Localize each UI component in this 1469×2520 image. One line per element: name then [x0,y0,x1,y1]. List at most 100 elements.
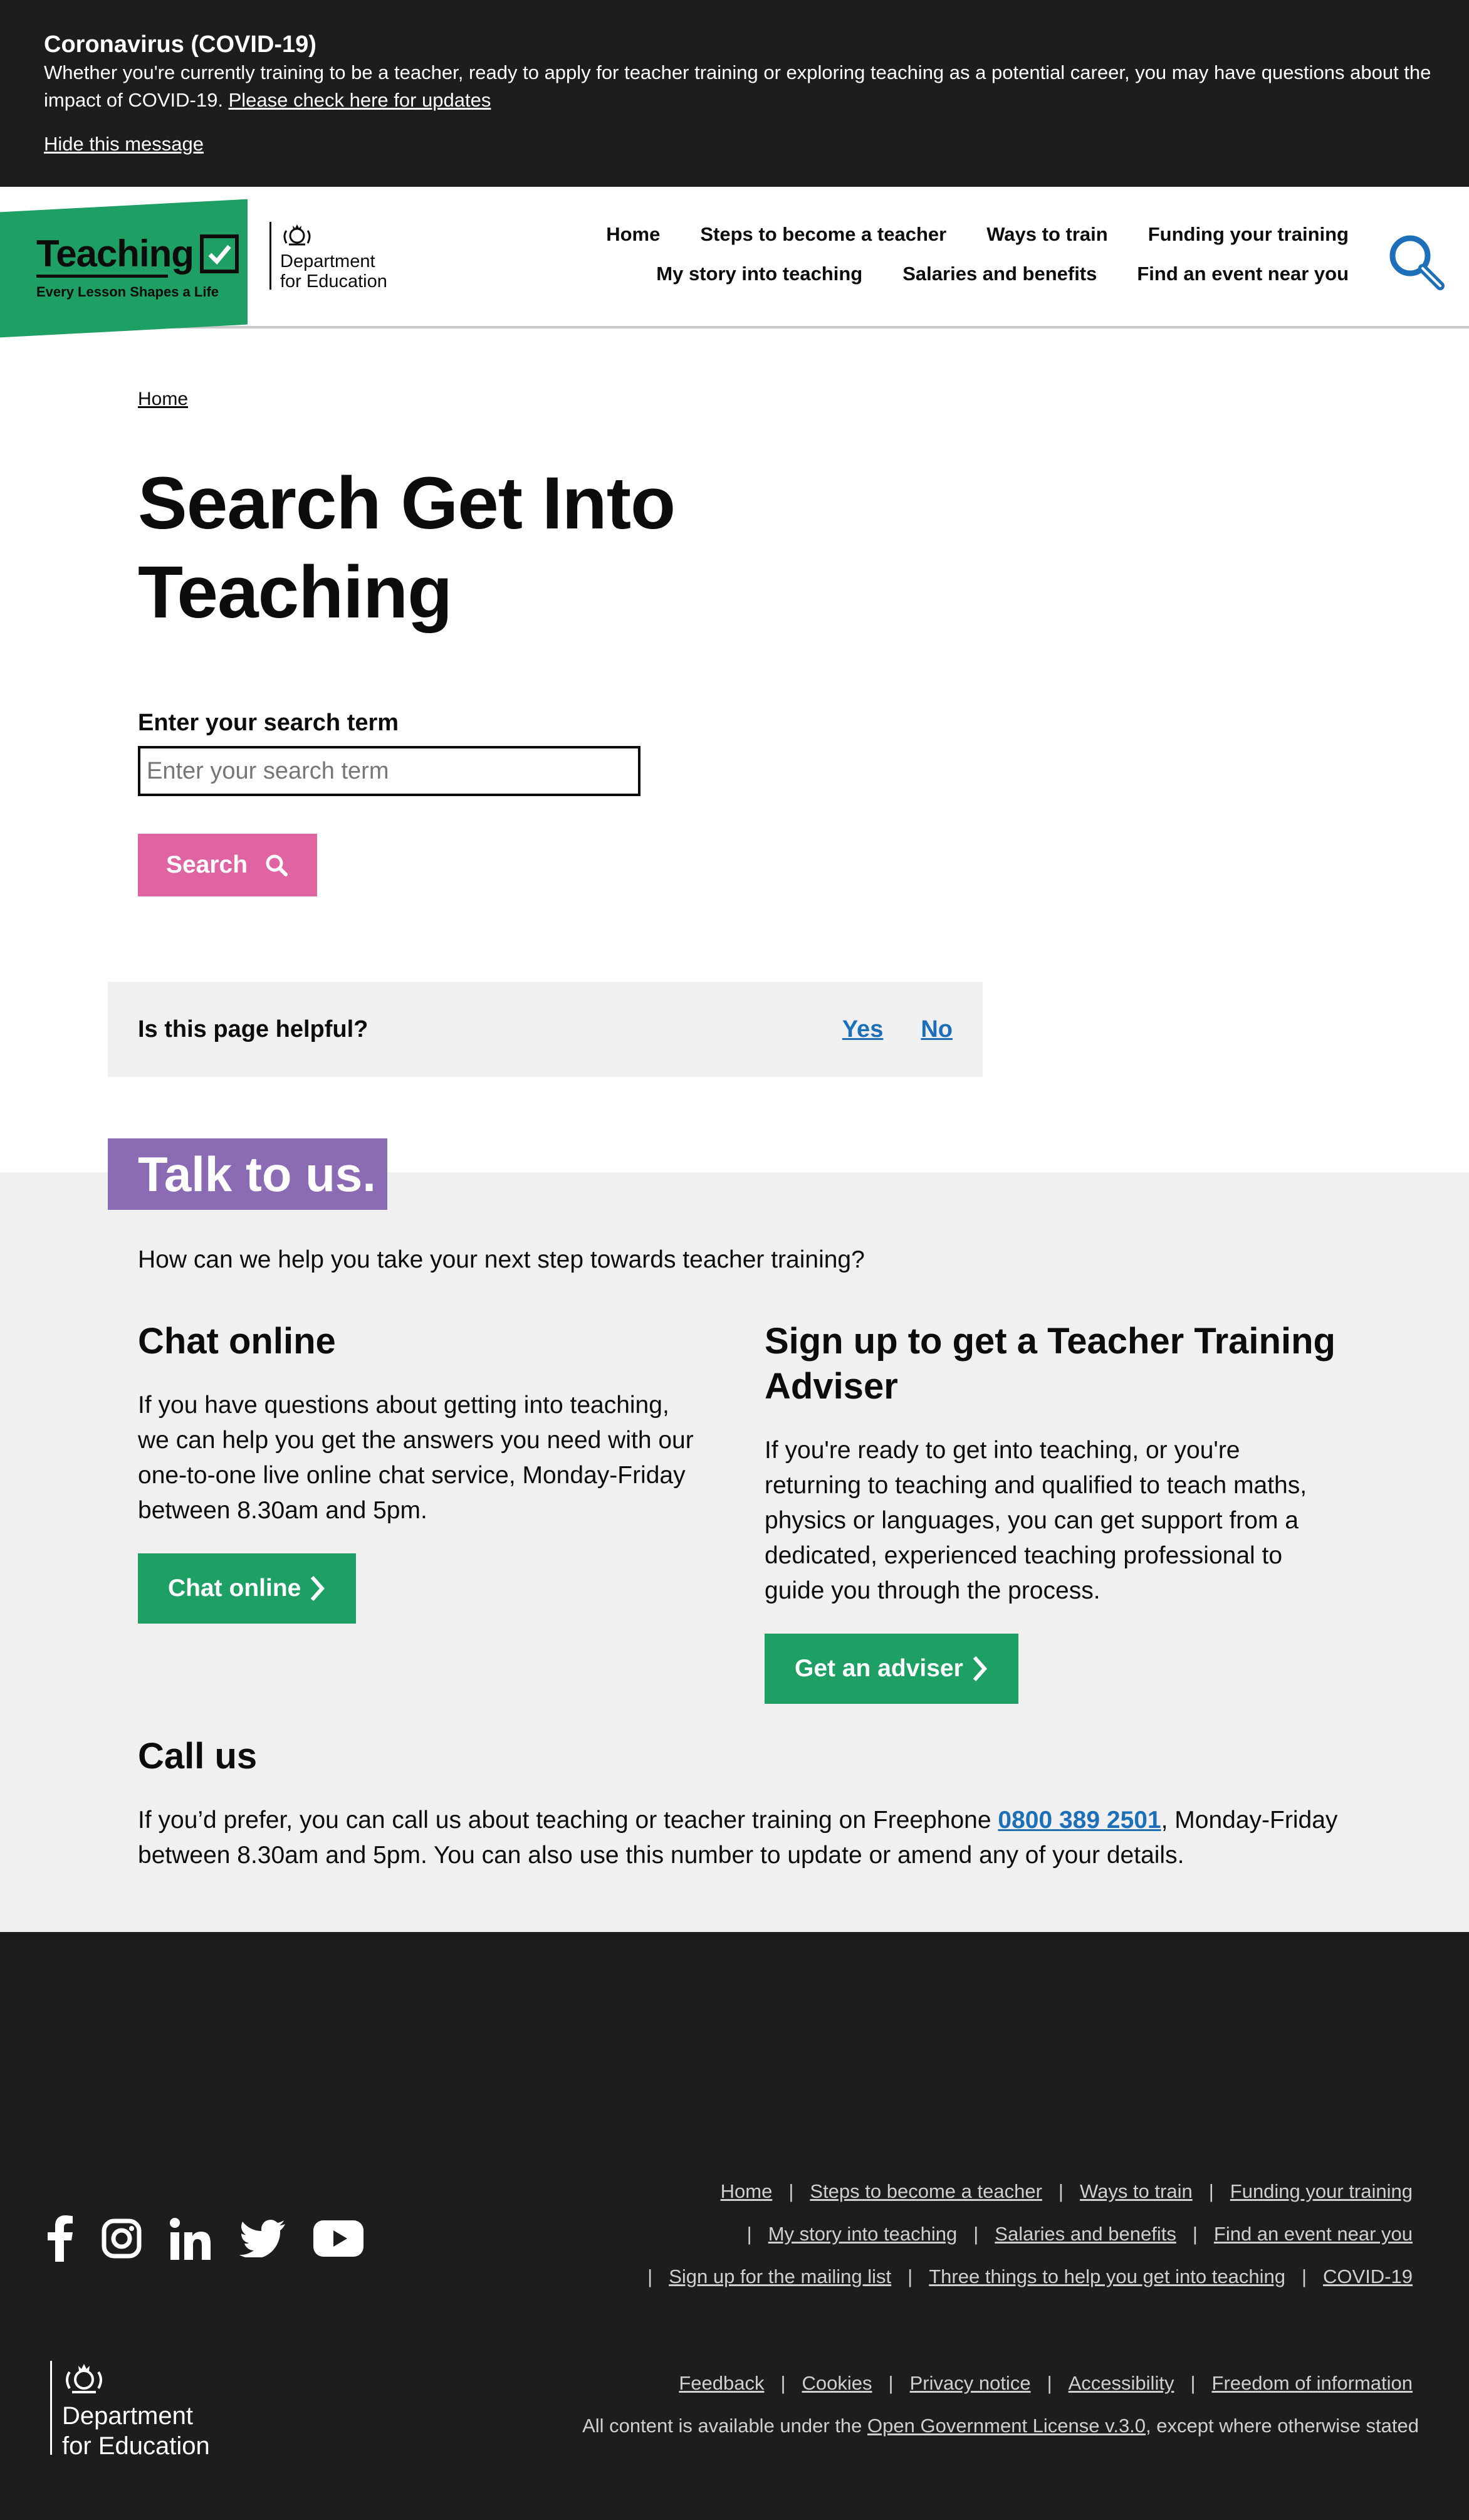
chat-online-label: Chat online [168,1575,301,1602]
footer-links-row-3: | Sign up for the mailing list | Three th… [631,2265,1413,2288]
footer-link-mailing-list[interactable]: Sign up for the mailing list [669,2265,891,2288]
feedback-no-link[interactable]: No [921,1016,953,1043]
link-separator: | [1058,2180,1064,2202]
covid-title: Coronavirus (COVID-19) [44,31,316,58]
link-separator: | [888,2372,894,2394]
footer-dfe-line-2: for Education [62,2432,210,2460]
footer-link-cookies[interactable]: Cookies [802,2372,872,2395]
get-adviser-button[interactable]: Get an adviser [765,1634,1018,1704]
logo-underline [36,275,168,278]
nav-home[interactable]: Home [606,222,660,247]
dfe-logo: Department for Education [269,222,387,291]
footer-link-covid[interactable]: COVID-19 [1323,2265,1413,2288]
feedback-panel: Is this page helpful? Yes No [108,982,983,1077]
talk-to-us-heading: Talk to us. [108,1138,387,1210]
link-separator: | [907,2265,913,2287]
page-title: Search Get Into Teaching [138,462,676,634]
social-links [46,2215,363,2262]
instagram-icon[interactable] [102,2218,142,2259]
covid-message: Whether you're currently training to be … [44,59,1435,114]
adviser-heading: Sign up to get a Teacher Training Advise… [765,1321,1336,1407]
footer-legal-links: Feedback | Cookies | Privacy notice | Acces… [679,2372,1413,2395]
licence-text-start: All content is available under the [582,2415,868,2437]
footer-link-my-story[interactable]: My story into teaching [768,2223,958,2245]
footer-link-ways-to-train[interactable]: Ways to train [1080,2180,1193,2203]
footer-link-three-things[interactable]: Three things to help you get into teachi… [929,2265,1285,2288]
nav-steps[interactable]: Steps to become a teacher [700,222,946,247]
chat-heading: Chat online [138,1321,336,1362]
link-separator: | [746,2223,752,2245]
header-search-icon[interactable] [1386,232,1446,292]
footer-link-salaries[interactable]: Salaries and benefits [995,2223,1176,2245]
licence-text-end: , except where otherwise stated [1146,2415,1419,2437]
chat-online-button[interactable]: Chat online [138,1553,357,1624]
footer-link-privacy[interactable]: Privacy notice [910,2372,1031,2395]
tick-icon [199,234,239,273]
feedback-question: Is this page helpful? [138,1016,369,1042]
call-us-heading: Call us [138,1736,258,1777]
hide-message-link[interactable]: Hide this message [44,133,204,155]
link-separator: | [788,2180,794,2202]
link-separator: | [1047,2372,1052,2394]
footer-link-home[interactable]: Home [721,2180,773,2203]
link-separator: | [780,2372,786,2394]
royal-crest-icon [66,2364,102,2393]
nav-funding[interactable]: Funding your training [1148,222,1349,247]
teaching-logo[interactable]: Teaching Every Lesson Shapes a Life [36,234,239,300]
logo-tagline: Every Lesson Shapes a Life [36,284,219,300]
youtube-icon[interactable] [313,2220,363,2257]
chat-body: If you have questions about getting into… [138,1392,694,1524]
royal-crest-icon [283,224,311,246]
footer-link-funding[interactable]: Funding your training [1230,2180,1413,2203]
nav-find-event[interactable]: Find an event near you [1137,261,1349,286]
facebook-icon[interactable] [46,2215,74,2262]
freephone-link[interactable]: 0800 389 2501 [998,1807,1161,1834]
link-separator: | [1301,2265,1307,2287]
search-button-label: Search [165,851,248,878]
footer-link-accessibility[interactable]: Accessibility [1069,2372,1174,2395]
footer-dfe-logo: Department for Education [50,2361,210,2459]
ogl-link[interactable]: Open Government License v.3.0 [867,2415,1146,2437]
licence-statement: All content is available under the Open … [582,2415,1419,2437]
get-adviser-label: Get an adviser [795,1655,963,1682]
nav-my-story[interactable]: My story into teaching [656,261,862,286]
call-us-body: If you’d prefer, you can call us about t… [138,1803,1347,1873]
footer-link-find-event[interactable]: Find an event near you [1214,2223,1413,2245]
talk-intro: How can we help you take your next step … [138,1246,865,1273]
footer-dfe-line-1: Department [62,2402,193,2430]
footer-link-steps[interactable]: Steps to become a teacher [810,2180,1042,2203]
nav-row-1: Home Steps to become a teacher Ways to t… [606,222,1349,247]
site-footer: Home | Steps to become a teacher | Ways to… [0,1932,1469,2520]
footer-link-feedback[interactable]: Feedback [679,2372,764,2395]
dfe-line-1: Department [280,251,375,271]
linkedin-icon[interactable] [169,2217,212,2260]
nav-ways-to-train[interactable]: Ways to train [986,222,1108,247]
footer-link-foi[interactable]: Freedom of information [1212,2372,1413,2395]
main-nav: Home Steps to become a teacher Ways to t… [606,222,1349,301]
covid-banner: Coronavirus (COVID-19) Whether you're cu… [0,0,1469,187]
feedback-yes-link[interactable]: Yes [842,1016,884,1043]
search-input[interactable] [138,746,640,796]
search-label: Enter your search term [138,710,399,736]
nav-salaries[interactable]: Salaries and benefits [902,261,1097,286]
link-separator: | [1190,2372,1196,2394]
link-separator: | [1208,2180,1214,2202]
footer-links-row-2: | My story into teaching | Salaries and b… [731,2223,1413,2245]
twitter-icon[interactable] [239,2220,286,2257]
dfe-line-2: for Education [280,271,387,291]
logo-word: Teaching [36,233,194,275]
site-header: Teaching Every Lesson Shapes a Life Depa… [0,187,1469,338]
covid-updates-link[interactable]: Please check here for updates [229,89,491,111]
search-icon [266,854,288,876]
chevron-right-icon [311,1576,325,1601]
chevron-right-icon [973,1656,987,1681]
breadcrumb-home[interactable]: Home [138,389,188,410]
link-separator: | [1192,2223,1198,2245]
link-separator: | [973,2223,979,2245]
adviser-body: If you're ready to get into teaching, or… [765,1437,1307,1604]
footer-links-row-1: Home | Steps to become a teacher | Ways to… [721,2180,1413,2203]
search-button[interactable]: Search [138,834,317,896]
link-separator: | [647,2265,653,2287]
nav-row-2: My story into teaching Salaries and bene… [606,261,1349,286]
call-body-start: If you’d prefer, you can call us about t… [138,1807,998,1834]
